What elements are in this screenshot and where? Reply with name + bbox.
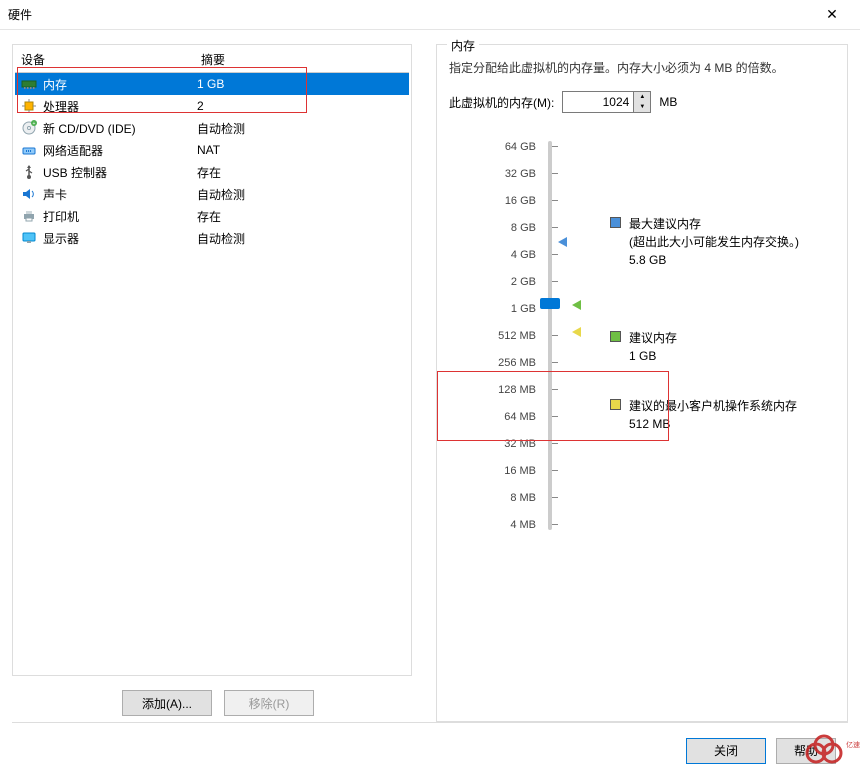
- cd-icon: +: [21, 120, 37, 136]
- tick-label: 64 GB: [449, 133, 536, 160]
- device-summary: 2: [195, 99, 409, 113]
- device-name: USB 控制器: [43, 164, 107, 181]
- tick-label: 32 GB: [449, 160, 536, 187]
- hardware-dialog: 硬件 ✕ 设备 摘要 内存 1 GB 处理器 2 + 新 CD/DVD (IDE) 自动检测…: [0, 0, 860, 776]
- device-summary: 自动检测: [195, 120, 409, 137]
- tick-label: 16 GB: [449, 187, 536, 214]
- memory-desc: 指定分配给此虚拟机的内存量。内存大小必须为 4 MB 的倍数。: [449, 59, 835, 77]
- device-row-5[interactable]: 声卡 自动检测: [15, 183, 409, 205]
- close-icon[interactable]: ✕: [812, 6, 852, 23]
- tick-label: 128 MB: [449, 376, 536, 403]
- max-legend-icon: [610, 217, 621, 228]
- col-summary: 摘要: [195, 47, 409, 72]
- titlebar: 硬件 ✕: [0, 0, 860, 30]
- rec-legend-icon: [610, 331, 621, 342]
- memory-input[interactable]: [563, 92, 633, 112]
- add-button[interactable]: 添加(A)...: [122, 690, 212, 716]
- device-summary: 存在: [195, 208, 409, 225]
- memory-unit: MB: [659, 95, 677, 109]
- device-row-3[interactable]: 网络适配器 NAT: [15, 139, 409, 161]
- device-summary: 存在: [195, 164, 409, 181]
- tick-label: 512 MB: [449, 322, 536, 349]
- network-icon: [21, 142, 37, 158]
- dialog-title: 硬件: [8, 6, 812, 23]
- dialog-footer: 关闭 帮助: [12, 722, 848, 768]
- device-name: 显示器: [43, 230, 79, 247]
- device-row-4[interactable]: USB 控制器 存在: [15, 161, 409, 183]
- device-row-7[interactable]: 显示器 自动检测: [15, 227, 409, 249]
- tick-label: 8 MB: [449, 484, 536, 511]
- remove-button: 移除(R): [224, 690, 314, 716]
- memory-slider[interactable]: [544, 133, 594, 538]
- memory-label: 此虚拟机的内存(M):: [449, 94, 554, 111]
- device-name: 网络适配器: [43, 142, 103, 159]
- rec-legend-value: 1 GB: [629, 347, 677, 365]
- min-legend-title: 建议的最小客户机操作系统内存: [629, 397, 797, 415]
- min-marker-icon: [572, 327, 581, 337]
- device-list[interactable]: 设备 摘要 内存1 GB处理器2+新 CD/DVD (IDE)自动检测网络适配器…: [12, 44, 412, 676]
- device-row-1[interactable]: 处理器 2: [15, 95, 409, 117]
- device-summary: 1 GB: [195, 77, 409, 91]
- svg-text:亿速云: 亿速云: [846, 740, 860, 749]
- max-legend-note: (超出此大小可能发生内存交换。): [629, 233, 799, 251]
- device-row-2[interactable]: + 新 CD/DVD (IDE) 自动检测: [15, 117, 409, 139]
- tick-label: 256 MB: [449, 349, 536, 376]
- device-name: 声卡: [43, 186, 67, 203]
- tick-label: 4 GB: [449, 241, 536, 268]
- sound-icon: [21, 186, 37, 202]
- memory-spinner: ▲ ▼: [562, 91, 651, 113]
- memory-icon: [21, 76, 37, 92]
- min-legend-value: 512 MB: [629, 415, 797, 433]
- device-name: 处理器: [43, 98, 79, 115]
- usb-icon: [21, 164, 37, 180]
- close-button[interactable]: 关闭: [686, 738, 766, 764]
- cpu-icon: [21, 98, 37, 114]
- device-summary: NAT: [195, 143, 409, 157]
- rec-marker-icon: [572, 300, 581, 310]
- monitor-icon: [21, 230, 37, 246]
- device-summary: 自动检测: [195, 230, 409, 247]
- memory-panel: 内存 指定分配给此虚拟机的内存量。内存大小必须为 4 MB 的倍数。 此虚拟机的…: [436, 44, 848, 722]
- device-summary: 自动检测: [195, 186, 409, 203]
- max-legend-title: 最大建议内存: [629, 215, 799, 233]
- svg-text:+: +: [33, 121, 36, 127]
- device-name: 打印机: [43, 208, 79, 225]
- max-marker-icon: [558, 237, 567, 247]
- tick-label: 8 GB: [449, 214, 536, 241]
- rec-legend-title: 建议内存: [629, 329, 677, 347]
- watermark-logo: 亿速云: [802, 733, 860, 770]
- tick-label: 64 MB: [449, 403, 536, 430]
- tick-label: 1 GB: [449, 295, 536, 322]
- device-name: 新 CD/DVD (IDE): [43, 120, 136, 137]
- tick-label: 4 MB: [449, 511, 536, 538]
- printer-icon: [21, 208, 37, 224]
- max-legend-value: 5.8 GB: [629, 251, 799, 269]
- group-title: 内存: [447, 37, 479, 54]
- device-name: 内存: [43, 76, 67, 93]
- memory-slider-area: 64 GB32 GB16 GB8 GB4 GB2 GB1 GB512 MB256…: [449, 133, 835, 538]
- tick-label: 16 MB: [449, 457, 536, 484]
- tick-label: 2 GB: [449, 268, 536, 295]
- min-legend-icon: [610, 399, 621, 410]
- spin-up-icon[interactable]: ▲: [634, 92, 650, 102]
- spin-down-icon[interactable]: ▼: [634, 102, 650, 112]
- slider-thumb[interactable]: [540, 298, 560, 309]
- col-device: 设备: [15, 47, 195, 72]
- device-row-0[interactable]: 内存 1 GB: [15, 73, 409, 95]
- tick-label: 32 MB: [449, 430, 536, 457]
- device-row-6[interactable]: 打印机 存在: [15, 205, 409, 227]
